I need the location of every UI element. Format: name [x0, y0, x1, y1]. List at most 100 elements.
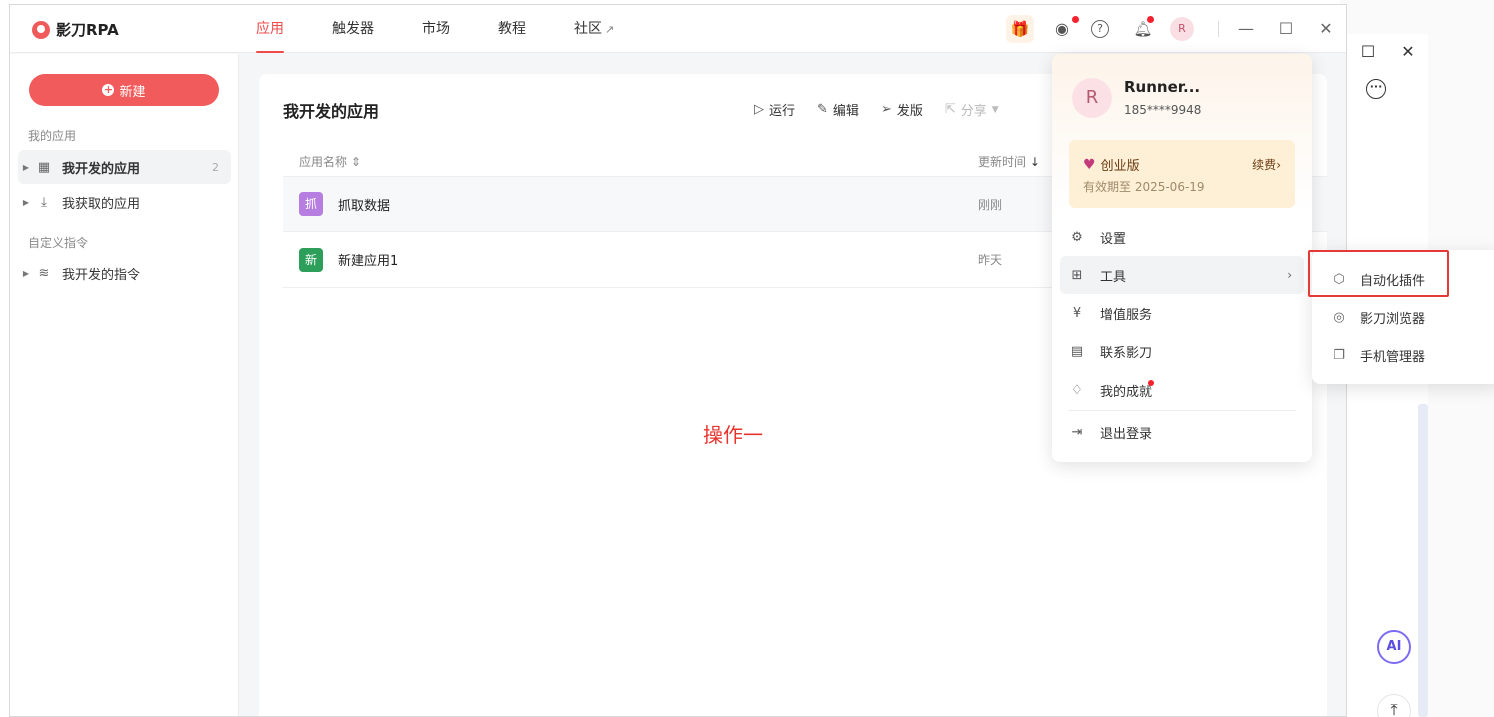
- plus-icon: +: [102, 83, 115, 96]
- caret-icon[interactable]: ▶: [18, 198, 34, 207]
- publish-button[interactable]: ➢ 发版: [881, 100, 923, 119]
- copy-icon: ❐: [1333, 347, 1345, 363]
- highlight-annotation-box: [1308, 250, 1449, 297]
- column-name-label: 应用名称: [299, 155, 348, 169]
- new-button-label: 新建: [119, 84, 146, 100]
- menu-item-settings[interactable]: ⚙ 设置: [1060, 218, 1304, 256]
- bg-close-icon[interactable]: ✕: [1398, 42, 1418, 62]
- user-avatar[interactable]: R: [1170, 17, 1194, 41]
- sidebar-item-developed-apps[interactable]: ▶ ▦ 我开发的应用 2: [18, 150, 231, 184]
- app-updated-time: 昨天: [978, 253, 1003, 267]
- logo-icon: [32, 20, 50, 39]
- send-icon: ➢: [880, 102, 892, 117]
- plan-title: ♥ 创业版: [1083, 155, 1140, 175]
- menu-item-label: 我的成就: [1100, 384, 1153, 400]
- chevron-right-icon: ›: [1287, 268, 1292, 282]
- share-button[interactable]: ⇱ 分享 ▼: [945, 100, 999, 119]
- caret-icon[interactable]: ▶: [18, 163, 34, 172]
- nav-community-label: 社区: [574, 21, 602, 37]
- submenu-item-browser[interactable]: ◎ 影刀浏览器: [1326, 298, 1425, 336]
- app-name: 抓取数据: [338, 198, 391, 214]
- main-nav: 应用 触发器 市场 教程 社区 ↗: [256, 5, 662, 53]
- edit-label: 编辑: [832, 104, 859, 119]
- logo-text: 影刀RPA: [56, 21, 119, 39]
- contact-icon: ▤: [1070, 343, 1084, 359]
- logo: 影刀RPA: [32, 19, 119, 40]
- sidebar-item-label: 我开发的指令: [62, 267, 141, 283]
- app-icon: 抓: [299, 192, 323, 216]
- menu-item-logout[interactable]: ⇥ 退出登录: [1060, 413, 1304, 451]
- section-custom-commands: 自定义指令: [28, 236, 89, 250]
- action-toolbar: ▷ 运行 ✎ 编辑 ➢ 发版 ⇱ 分享 ▼: [754, 100, 999, 119]
- dropdown-avatar: R: [1072, 78, 1112, 118]
- run-button[interactable]: ▷ 运行: [754, 100, 795, 119]
- gift-icon[interactable]: 🎁: [1006, 15, 1034, 43]
- menu-item-label: 设置: [1100, 231, 1127, 247]
- annotation-label: 操作一: [703, 423, 763, 447]
- bg-scrollbar[interactable]: [1418, 404, 1428, 717]
- minimize-icon[interactable]: —: [1234, 17, 1258, 41]
- menu-item-achievements[interactable]: ♢ 我的成就: [1060, 371, 1304, 409]
- close-icon[interactable]: ✕: [1314, 17, 1338, 41]
- sidebar-item-obtained-apps[interactable]: ▶ ⤓ 我获取的应用: [18, 185, 231, 219]
- eye-icon[interactable]: ◉: [1050, 17, 1074, 41]
- gear-icon: ⚙: [1071, 229, 1083, 245]
- renew-link[interactable]: 续费›: [1252, 156, 1281, 173]
- nav-tutorials[interactable]: 教程: [498, 5, 526, 53]
- caret-icon[interactable]: ▶: [18, 269, 34, 278]
- menu-item-label: 联系影刀: [1100, 345, 1153, 361]
- maximize-icon[interactable]: ☐: [1274, 17, 1298, 41]
- menu-item-label: 增值服务: [1100, 307, 1153, 323]
- achievement-notification-dot: [1148, 380, 1154, 386]
- ai-assistant-icon[interactable]: AI: [1377, 630, 1411, 664]
- play-icon: ▷: [754, 102, 764, 117]
- nav-triggers[interactable]: 触发器: [332, 5, 374, 53]
- sort-down-icon: ↓: [1029, 155, 1040, 169]
- app-icon: 新: [299, 247, 323, 272]
- chevron-right-icon: ›: [1276, 158, 1281, 172]
- logout-icon: ⇥: [1071, 424, 1083, 440]
- edit-button[interactable]: ✎ 编辑: [817, 100, 859, 119]
- share-label: 分享: [960, 104, 987, 119]
- app-updated-time: 刚刚: [978, 197, 1003, 212]
- user-phone: 185****9948: [1124, 103, 1202, 117]
- page-title: 我开发的应用: [283, 102, 380, 121]
- submenu-item-label: 影刀浏览器: [1360, 311, 1426, 327]
- help-icon[interactable]: ?: [1091, 20, 1109, 38]
- bg-maximize-icon[interactable]: ☐: [1358, 42, 1378, 62]
- menu-item-value-added[interactable]: ¥ 增值服务: [1060, 294, 1304, 332]
- column-header-name[interactable]: 应用名称 ⇕: [299, 153, 361, 170]
- plan-card: ♥ 创业版 有效期至 2025-06-19 续费›: [1069, 140, 1295, 208]
- nav-community[interactable]: 社区 ↗: [574, 5, 614, 53]
- pencil-icon: ✎: [817, 102, 828, 117]
- publish-label: 发版: [896, 104, 923, 119]
- sidebar-item-label: 我获取的应用: [62, 196, 141, 212]
- nav-apps[interactable]: 应用: [256, 5, 284, 53]
- app-name: 新建应用1: [338, 254, 399, 269]
- yen-icon: ¥: [1072, 305, 1082, 321]
- bell-notification-dot: [1147, 16, 1154, 23]
- sidebar-item-my-commands[interactable]: ▶ ≋ 我开发的指令: [18, 256, 231, 290]
- renew-label: 续费: [1252, 158, 1277, 172]
- user-name: Runner...: [1124, 78, 1201, 96]
- new-button[interactable]: + 新建: [29, 74, 219, 106]
- medal-icon: ♢: [1071, 382, 1083, 398]
- grid-icon: ⊞: [1071, 267, 1083, 283]
- column-header-updated[interactable]: 更新时间 ↓: [978, 153, 1040, 170]
- user-dropdown-menu: R Runner... 185****9948 ♥ 创业版 有效期至 2025-0…: [1052, 54, 1312, 462]
- apps-grid-icon: ▦: [37, 159, 51, 175]
- planet-icon: ◎: [1333, 309, 1345, 325]
- download-icon: ⤓: [41, 194, 47, 210]
- menu-item-contact[interactable]: ▤ 联系影刀: [1060, 332, 1304, 370]
- submenu-item-label: 手机管理器: [1360, 349, 1426, 365]
- menu-item-label: 退出登录: [1100, 426, 1153, 442]
- more-options-icon[interactable]: ···: [1366, 79, 1386, 99]
- run-label: 运行: [769, 104, 796, 119]
- sidebar: + 新建 我的应用 ▶ ▦ 我开发的应用 2 ▶ ⤓ 我获取的应用 自定义指令 …: [10, 54, 239, 716]
- column-updated-label: 更新时间: [978, 155, 1027, 169]
- section-my-apps: 我的应用: [28, 129, 77, 143]
- menu-item-tools[interactable]: ⊞ 工具 ›: [1060, 256, 1304, 294]
- submenu-item-phone-manager[interactable]: ❐ 手机管理器: [1326, 336, 1425, 374]
- sort-icon: ⇕: [350, 155, 361, 169]
- nav-market[interactable]: 市场: [422, 5, 450, 53]
